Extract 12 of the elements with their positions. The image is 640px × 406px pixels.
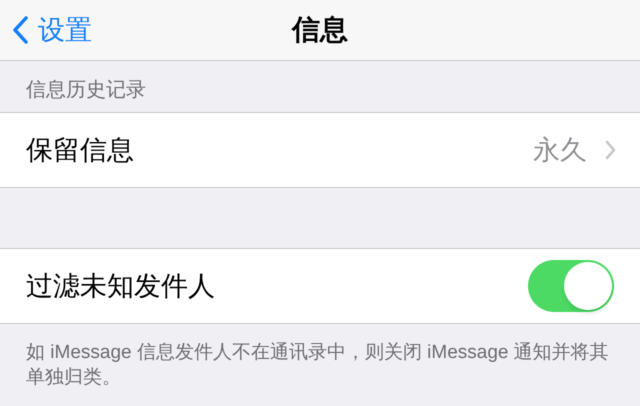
row-label: 过滤未知发件人	[26, 272, 215, 300]
row-label: 保留信息	[26, 136, 134, 164]
back-chevron-icon	[12, 16, 28, 44]
row-value: 永久	[533, 136, 587, 164]
nav-title: 信息	[292, 16, 348, 44]
toggle-knob	[564, 262, 612, 310]
toggle-switch[interactable]	[528, 260, 614, 312]
back-button[interactable]: 设置	[0, 16, 92, 44]
section-header: 信息历史记录	[26, 80, 146, 100]
footer-note: 如 iMessage 信息发件人不在通讯录中，则关闭 iMessage 通知并将其单独归类。	[25, 341, 610, 390]
chevron-icon	[605, 140, 616, 160]
keep-messages-row[interactable]: 保留信息 永久	[0, 112, 640, 188]
